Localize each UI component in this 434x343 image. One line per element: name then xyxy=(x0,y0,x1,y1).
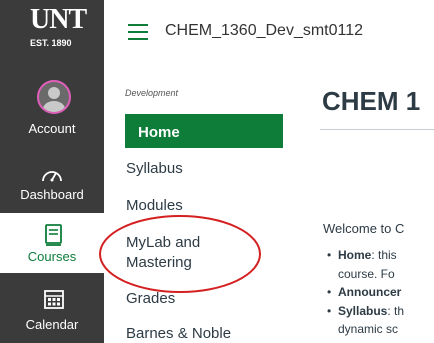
list-item: • Syllabus: th xyxy=(327,303,405,318)
logo-subtext: EST. 1890 xyxy=(30,38,72,48)
course-nav-heading: Development xyxy=(125,88,179,98)
list-item: • Announcer xyxy=(327,285,402,299)
nav-label-dashboard: Dashboard xyxy=(20,187,84,202)
page-title: CHEM 1 xyxy=(322,86,421,116)
breadcrumb-course-title[interactable]: CHEM_1360_Dev_smt0112 xyxy=(165,22,363,40)
title-divider xyxy=(320,129,434,130)
course-nav-home[interactable]: Home xyxy=(125,114,283,148)
welcome-text: Welcome to C xyxy=(323,221,405,236)
hamburger-menu-icon[interactable] xyxy=(128,24,148,40)
global-nav: UNT EST. 1890 Account Dashboard Courses xyxy=(0,0,104,343)
nav-label-calendar: Calendar xyxy=(25,317,79,332)
courses-icon xyxy=(45,224,62,246)
course-nav-syllabus[interactable]: Syllabus xyxy=(126,160,183,177)
logo-text: UNT xyxy=(30,4,87,35)
intro-list: • Home: this course. Fo • Announcer • Sylla… xyxy=(327,246,404,339)
annotation-ellipse xyxy=(99,215,261,293)
course-nav-barnes-noble[interactable]: Barnes & Noble xyxy=(126,325,231,342)
list-item: • Home: this xyxy=(327,248,397,262)
nav-dashboard[interactable]: Dashboard xyxy=(0,160,104,220)
nav-label-courses: Courses xyxy=(27,249,77,264)
nav-account[interactable]: Account xyxy=(0,76,104,136)
unt-logo[interactable]: UNT EST. 1890 xyxy=(0,0,104,58)
nav-courses[interactable]: Courses xyxy=(0,213,104,273)
avatar-icon xyxy=(37,80,71,114)
list-item: course. Fo xyxy=(338,266,395,281)
dashboard-icon xyxy=(42,171,62,182)
nav-label-account: Account xyxy=(28,121,76,136)
calendar-icon xyxy=(44,290,64,309)
list-item: dynamic sc xyxy=(338,322,399,336)
nav-calendar[interactable]: Calendar xyxy=(0,283,104,343)
